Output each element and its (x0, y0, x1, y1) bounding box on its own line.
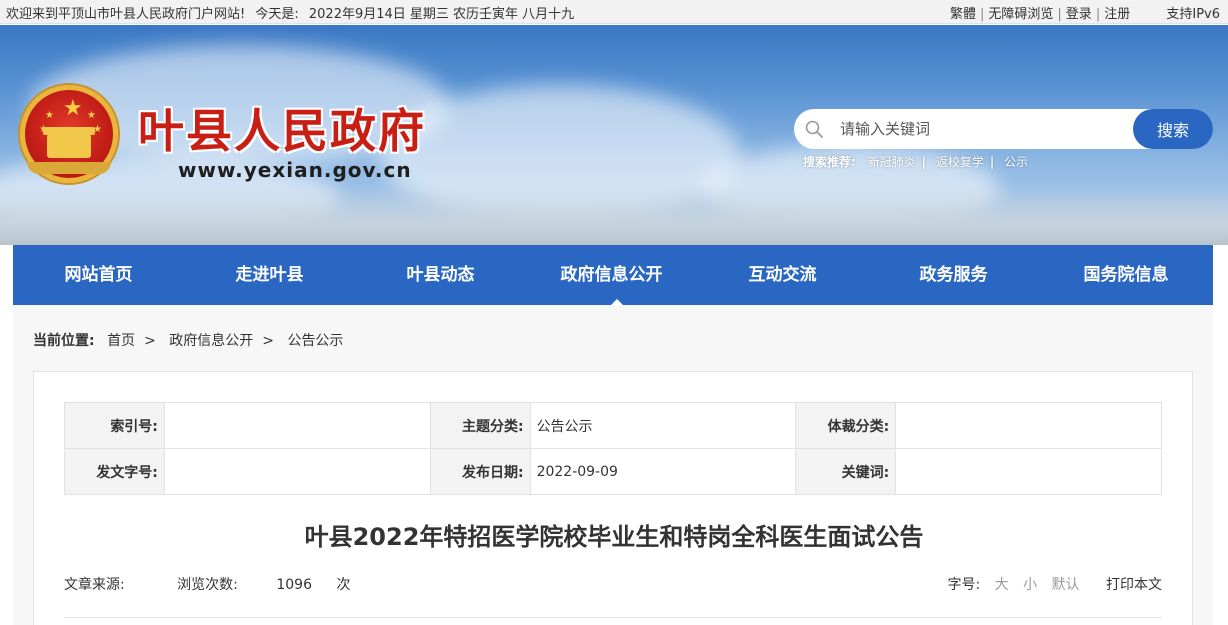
topic-label: 主题分类: (429, 402, 531, 449)
nav-item-about[interactable]: 走进叶县 (184, 245, 355, 305)
doc-no-label: 发文字号: (64, 448, 165, 495)
document-meta-table: 索引号: 主题分类: 公告公示 体裁分类: 发文字号: 发布日期: 2022-0… (64, 402, 1162, 495)
table-row: 索引号: 主题分类: 公告公示 体裁分类: (64, 402, 1162, 449)
font-large-button[interactable]: 大 (995, 577, 1009, 593)
divider (64, 617, 1162, 618)
breadcrumb-item-gov-info[interactable]: 政府信息公开 (169, 333, 253, 349)
table-row: 发文字号: 发布日期: 2022-09-09 关键词: (64, 448, 1162, 495)
hot-keyword-link[interactable]: 返校复学 (936, 155, 984, 169)
article-tools: 字号: 大 小 默认 打印本文 (947, 574, 1162, 594)
views-unit: 次 (336, 577, 351, 593)
header-banner: ★ ★ ★ ★ ★ 叶县人民政府 www.yexian.gov.cn 搜索 搜索… (0, 25, 1228, 245)
today-label: 今天是: (255, 7, 299, 22)
print-button[interactable]: 打印本文 (1106, 577, 1162, 593)
landscape-decoration (0, 185, 1228, 245)
search-button[interactable]: 搜索 (1133, 109, 1213, 149)
login-link[interactable]: 登录 (1066, 7, 1092, 22)
keywords-value (895, 448, 1162, 495)
current-date: 2022年9月14日 星期三 农历壬寅年 八月十九 (308, 7, 575, 22)
welcome-message: 欢迎来到平顶山市叶县人民政府门户网站! (6, 7, 246, 22)
nav-item-interaction[interactable]: 互动交流 (697, 245, 868, 305)
site-url: www.yexian.gov.cn (178, 158, 412, 182)
search-recommend: 搜索推荐: 新冠肺炎 | 返校复学 | 公示 (803, 155, 1029, 169)
search-input[interactable] (840, 117, 1120, 141)
font-default-button[interactable]: 默认 (1052, 577, 1080, 593)
nav-item-home[interactable]: 网站首页 (13, 245, 184, 305)
index-no-label: 索引号: (64, 402, 165, 449)
font-small-button[interactable]: 小 (1023, 577, 1037, 593)
search-icon (805, 120, 823, 138)
genre-value (895, 402, 1162, 449)
topic-value: 公告公示 (529, 402, 797, 449)
nav-item-gov-info[interactable]: 政府信息公开 (526, 245, 697, 305)
breadcrumb-item-home[interactable]: 首页 (107, 333, 135, 349)
doc-no-value (163, 448, 431, 495)
accessibility-link[interactable]: 无障碍浏览 (988, 7, 1053, 22)
genre-label: 体裁分类: (795, 402, 897, 449)
publish-date-label: 发布日期: (429, 448, 531, 495)
views-label: 浏览次数: (177, 577, 238, 593)
article-info: 文章来源: 浏览次数: 1096 次 (64, 574, 370, 594)
top-bar: 欢迎来到平顶山市叶县人民政府门户网站! 今天是: 2022年9月14日 星期三 … (0, 0, 1228, 24)
search-recommend-label: 搜索推荐: (803, 155, 856, 169)
register-link[interactable]: 注册 (1104, 7, 1130, 22)
main-nav: 网站首页 走进叶县 叶县动态 政府信息公开 互动交流 政务服务 国务院信息 (13, 245, 1213, 305)
nav-item-services[interactable]: 政务服务 (868, 245, 1039, 305)
keywords-label: 关键词: (795, 448, 897, 495)
article-title: 叶县2022年特招医学院校毕业生和特岗全科医生面试公告 (304, 523, 924, 551)
breadcrumb-item-notices[interactable]: 公告公示 (287, 333, 343, 349)
breadcrumb: 当前位置: 首页 > 政府信息公开 > 公告公示 (33, 333, 344, 349)
breadcrumb-label: 当前位置: (33, 333, 95, 349)
hot-keyword-link[interactable]: 公示 (1004, 155, 1028, 169)
search-box: 搜索 (794, 109, 1213, 149)
hot-keyword-link[interactable]: 新冠肺炎 (868, 155, 916, 169)
nav-item-state-council[interactable]: 国务院信息 (1039, 245, 1213, 305)
traditional-chinese-link[interactable]: 繁體 (950, 7, 976, 22)
ipv6-link[interactable]: 支持IPv6 (1166, 7, 1220, 22)
index-no-value (163, 402, 431, 449)
publish-date-value: 2022-09-09 (529, 448, 797, 495)
top-links: 繁體 | 无障碍浏览 | 登录 | 注册 支持IPv6 (949, 7, 1220, 22)
content-area: 当前位置: 首页 > 政府信息公开 > 公告公示 索引号: 主题分类: 公告公示 体… (13, 305, 1213, 625)
views-count: 1096 (276, 577, 312, 593)
site-title[interactable]: 叶县人民政府 (138, 95, 426, 161)
national-emblem-icon: ★ ★ ★ ★ ★ (20, 85, 118, 183)
source-label: 文章来源: (64, 577, 125, 593)
article-panel: 索引号: 主题分类: 公告公示 体裁分类: 发文字号: 发布日期: 2022-0… (33, 371, 1193, 625)
font-size-label: 字号: (947, 577, 981, 593)
welcome-text: 欢迎来到平顶山市叶县人民政府门户网站! 今天是: 2022年9月14日 星期三 … (6, 3, 580, 22)
nav-item-news[interactable]: 叶县动态 (355, 245, 526, 305)
